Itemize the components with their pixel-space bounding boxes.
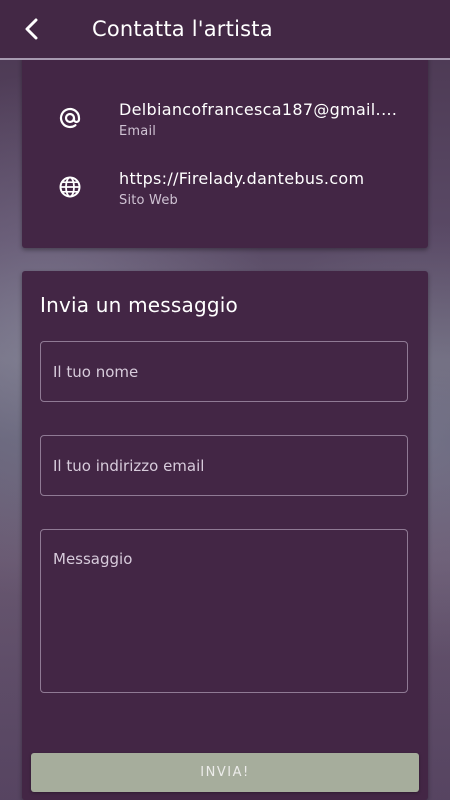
globe-icon — [56, 173, 84, 201]
send-button[interactable]: INVIA! — [31, 753, 419, 792]
form-title: Invia un messaggio — [40, 293, 238, 317]
email-label: Email — [119, 124, 157, 139]
name-input[interactable] — [40, 341, 408, 402]
message-textarea[interactable] — [40, 529, 408, 693]
email-contact-row[interactable]: Delbiancofrancesca187@gmail.com Email — [22, 100, 428, 150]
chevron-left-icon — [24, 18, 40, 40]
app-bar: Contatta l'artista — [0, 0, 450, 60]
website-label: Sito Web — [119, 193, 178, 208]
message-form-card: Invia un messaggio — [22, 271, 428, 800]
contact-info-card: Delbiancofrancesca187@gmail.com Email ht… — [22, 56, 428, 248]
page-title: Contatta l'artista — [92, 17, 273, 41]
at-sign-icon — [56, 104, 84, 132]
website-value: https://Firelady.dantebus.com — [119, 169, 365, 188]
back-button[interactable] — [0, 0, 64, 58]
email-value: Delbiancofrancesca187@gmail.com — [119, 100, 404, 119]
website-contact-row[interactable]: https://Firelady.dantebus.com Sito Web — [22, 169, 428, 219]
email-input[interactable] — [40, 435, 408, 496]
